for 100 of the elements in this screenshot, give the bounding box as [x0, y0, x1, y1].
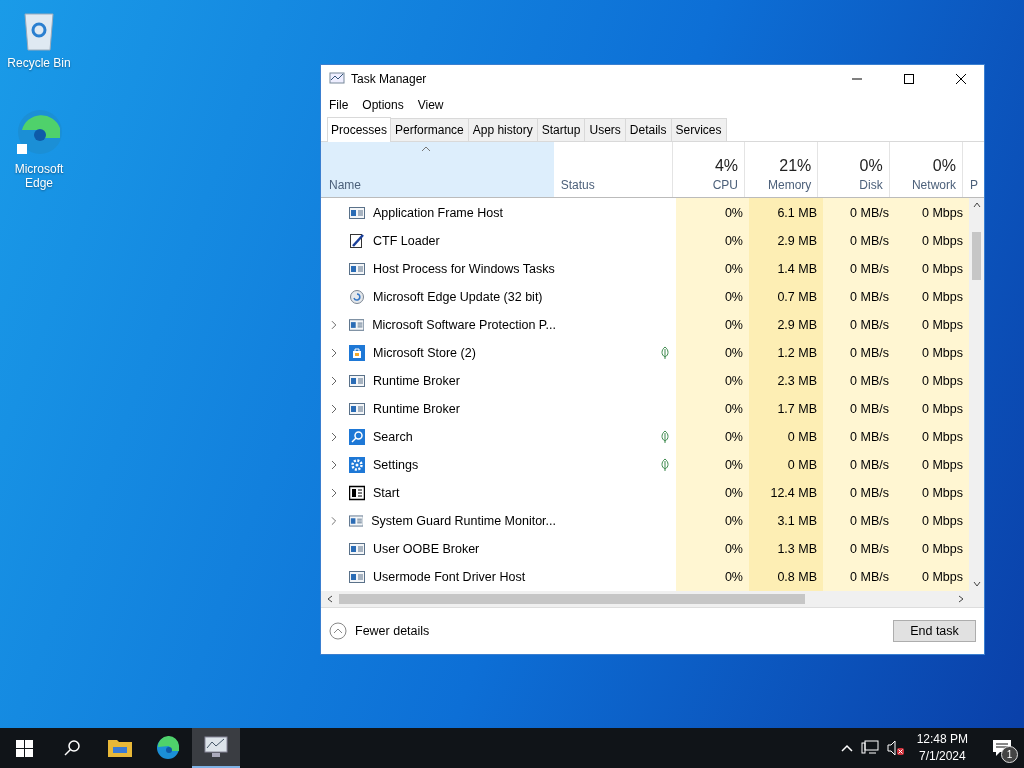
- table-cell-text: 0 MB: [786, 430, 818, 444]
- table-cell-text: 12.4 MB: [769, 486, 818, 500]
- table-cell-text: 0%: [723, 318, 744, 332]
- table-cell-text: 0 Mbps: [921, 290, 964, 304]
- window-app-icon: [348, 317, 365, 333]
- fewer-details-link[interactable]: Fewer details: [355, 624, 430, 638]
- table-cell-text: 0%: [723, 374, 744, 388]
- table-cell-text: 0 Mbps: [921, 514, 964, 528]
- column-header[interactable]: 0% Network: [889, 142, 963, 197]
- expand-chevron-icon[interactable]: [331, 404, 337, 414]
- table-cell-text: 0 MB/s: [849, 542, 890, 556]
- process-name: Runtime Broker: [373, 374, 460, 388]
- vertical-scrollbar[interactable]: [969, 198, 984, 591]
- table-cell-text: 0 MB/s: [849, 374, 890, 388]
- table-cell-text: 0 MB/s: [849, 318, 890, 332]
- table-cell-text: 0 MB/s: [849, 262, 890, 276]
- menu-item[interactable]: File: [329, 97, 349, 112]
- table-cell-text: 0 Mbps: [921, 542, 964, 556]
- process-name: Application Frame Host: [373, 206, 503, 220]
- table-cell-text: 0 Mbps: [921, 458, 964, 472]
- horizontal-scrollbar[interactable]: [321, 591, 984, 608]
- clock-date[interactable]: 7/1/2024: [918, 748, 966, 765]
- expand-chevron-icon[interactable]: [331, 348, 337, 358]
- tab[interactable]: Processes: [327, 117, 392, 142]
- column-header[interactable]: 21% Memory: [745, 142, 819, 197]
- tab[interactable]: App history: [467, 118, 538, 141]
- process-name: Start: [373, 486, 400, 500]
- table-cell-text: 0 Mbps: [921, 318, 964, 332]
- table-cell-text: 0%: [723, 346, 744, 360]
- expand-chevron-icon[interactable]: [331, 460, 337, 470]
- maximize-icon[interactable]: [903, 73, 915, 85]
- process-name: Usermode Font Driver Host: [373, 570, 526, 584]
- menu-item[interactable]: Options: [362, 97, 404, 112]
- window-app-icon: [349, 569, 365, 585]
- table-cell-text: 0%: [723, 514, 744, 528]
- scroll-thumb[interactable]: [339, 594, 805, 604]
- process-name: Search: [373, 430, 413, 444]
- table-cell-text: 0%: [723, 234, 744, 248]
- menu-item[interactable]: View: [417, 97, 444, 112]
- windows-logo-icon: [15, 739, 33, 757]
- column-header[interactable]: Status: [553, 142, 673, 197]
- expand-chevron-icon[interactable]: [331, 320, 337, 330]
- table-cell-text: 3.1 MB: [776, 514, 818, 528]
- table-cell-text: 0 MB/s: [849, 234, 890, 248]
- tab[interactable]: Details: [624, 118, 672, 141]
- scroll-thumb[interactable]: [972, 232, 981, 280]
- column-header[interactable]: 4% CPU: [672, 142, 745, 197]
- tab[interactable]: Startup: [536, 118, 586, 141]
- folder-icon: [108, 738, 132, 758]
- table-cell-text: 2.9 MB: [776, 318, 818, 332]
- show-hidden-icons-caret-icon[interactable]: [840, 744, 853, 752]
- table-cell-text: 0%: [723, 542, 744, 556]
- tab[interactable]: Performance: [390, 118, 469, 141]
- notification-count-badge: 1: [1001, 746, 1018, 763]
- process-name: Host Process for Windows Tasks: [373, 262, 555, 276]
- table-cell-text: 0 Mbps: [921, 570, 964, 584]
- tab[interactable]: Services: [670, 118, 727, 141]
- table-cell-text: 0 MB/s: [849, 486, 890, 500]
- process-name: System Guard Runtime Monitor...: [371, 514, 556, 528]
- expand-chevron-icon[interactable]: [331, 432, 337, 442]
- table-cell-text: 0 Mbps: [921, 346, 964, 360]
- store-bag-icon: [349, 345, 365, 361]
- collapse-circle-icon[interactable]: [329, 622, 347, 640]
- column-header[interactable]: P: [962, 142, 984, 197]
- sort-caret-icon: [421, 146, 431, 152]
- start-window-icon: [349, 485, 365, 501]
- window-app-icon: [349, 261, 365, 277]
- expand-chevron-icon[interactable]: [331, 488, 337, 498]
- close-icon[interactable]: [955, 73, 967, 85]
- table-cell-text: 0%: [723, 206, 744, 220]
- table-cell-text: 0 Mbps: [921, 486, 964, 500]
- table-cell-text: 0 MB/s: [849, 206, 890, 220]
- table-cell-text: 0%: [723, 430, 744, 444]
- table-cell-text: 0 Mbps: [921, 402, 964, 416]
- table-cell-text: 0%: [723, 402, 744, 416]
- column-header[interactable]: Name: [321, 142, 554, 197]
- table-cell-text: 0%: [723, 570, 744, 584]
- clock-time[interactable]: 12:48 PM: [916, 731, 968, 748]
- window-app-icon: [349, 541, 365, 557]
- process-name: Microsoft Store (2): [373, 346, 476, 360]
- taskbar-button[interactable]: [192, 728, 240, 768]
- table-cell-text: 0 MB/s: [849, 290, 890, 304]
- search-icon: [63, 739, 81, 757]
- volume-muted-icon[interactable]: [886, 740, 905, 756]
- table-cell-text: 0.7 MB: [776, 290, 818, 304]
- table-cell-text: 2.3 MB: [776, 374, 818, 388]
- column-header[interactable]: 0% Disk: [818, 142, 890, 197]
- table-cell-text: 0 MB: [786, 458, 818, 472]
- network-icon[interactable]: [860, 740, 879, 756]
- table-cell-text: 0 Mbps: [921, 430, 964, 444]
- table-cell-text: 0 MB/s: [849, 430, 890, 444]
- table-cell-text: 0 MB/s: [849, 570, 890, 584]
- expand-chevron-icon[interactable]: [331, 376, 337, 386]
- task-manager-icon: [204, 736, 228, 758]
- table-cell-text: 0 Mbps: [921, 234, 964, 248]
- tab[interactable]: Users: [584, 118, 626, 141]
- end-task-button[interactable]: End task: [893, 620, 976, 642]
- process-name: Runtime Broker: [373, 402, 460, 416]
- table-cell-text: 0 Mbps: [921, 262, 964, 276]
- window-app-icon: [349, 373, 365, 389]
